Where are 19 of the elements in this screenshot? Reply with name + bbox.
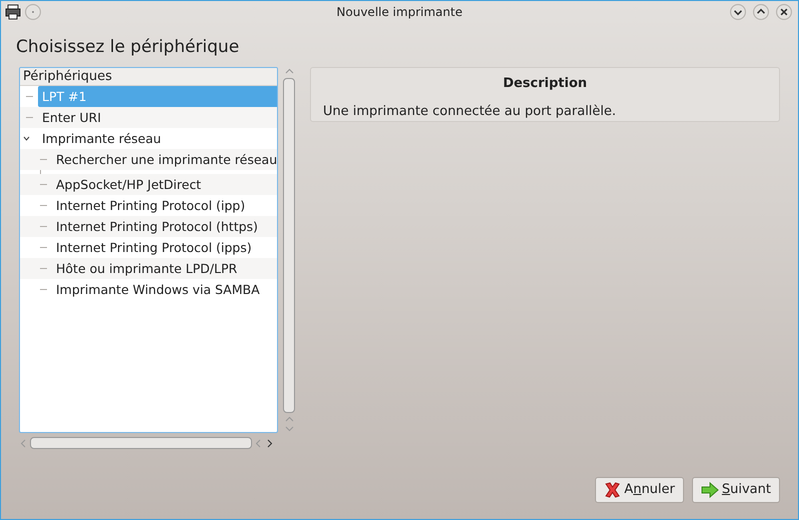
tree-item[interactable]: Imprimante réseau xyxy=(38,128,162,149)
page-heading: Choisissez le périphérique xyxy=(15,36,240,59)
arrow-icon xyxy=(700,482,719,498)
tree-item[interactable]: Internet Printing Protocol (ipps) xyxy=(52,237,252,258)
next-button[interactable]: Suivant xyxy=(692,477,780,503)
cross-icon xyxy=(604,481,622,499)
window-title: Nouvelle imprimante xyxy=(336,4,464,21)
tree-item[interactable]: Imprimante Windows via SAMBA xyxy=(52,279,260,300)
description-text: Une imprimante connectée au port parallèle. xyxy=(323,102,618,120)
vertical-scrollbar[interactable] xyxy=(281,67,297,433)
tree-item[interactable]: Internet Printing Protocol (ipp) xyxy=(52,195,246,216)
cancel-button[interactable]: Annuler xyxy=(595,477,684,503)
close-button[interactable] xyxy=(776,4,792,20)
minimize-button[interactable] xyxy=(730,4,746,20)
printer-icon xyxy=(5,4,21,20)
column-header: Périphériques xyxy=(20,68,277,86)
maximize-button[interactable] xyxy=(753,4,769,20)
description-title: Description xyxy=(502,75,588,93)
pin-button[interactable] xyxy=(25,4,41,20)
